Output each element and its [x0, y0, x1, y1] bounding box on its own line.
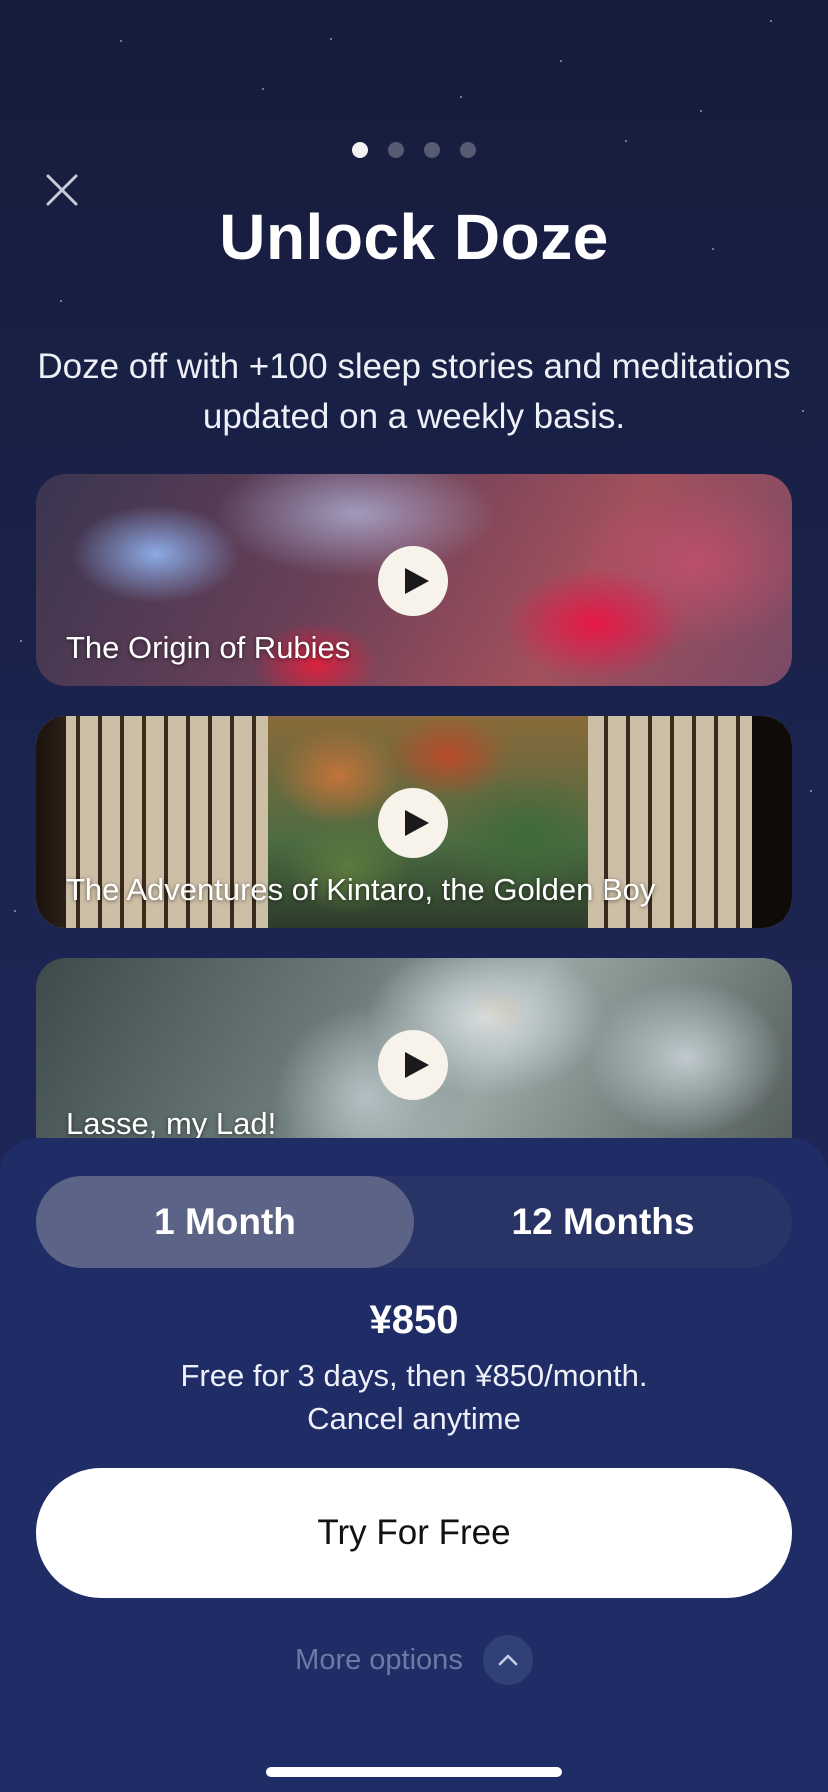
- story-title: Lasse, my Lad!: [66, 1106, 277, 1138]
- try-for-free-button[interactable]: Try For Free: [36, 1468, 792, 1598]
- story-title: The Adventures of Kintaro, the Golden Bo…: [66, 872, 656, 907]
- plan-option-1-month[interactable]: 1 Month: [36, 1176, 414, 1268]
- subscription-sheet: 1 Month 12 Months ¥850 Free for 3 days, …: [0, 1138, 828, 1792]
- page-dot-active: [352, 142, 368, 158]
- page-dot: [424, 142, 440, 158]
- story-card-kintaro[interactable]: The Adventures of Kintaro, the Golden Bo…: [36, 716, 792, 928]
- play-button[interactable]: [378, 788, 448, 858]
- price: ¥850: [369, 1298, 459, 1342]
- home-indicator[interactable]: [266, 1767, 562, 1777]
- page-dot: [460, 142, 476, 158]
- play-button[interactable]: [378, 1030, 448, 1100]
- terms-line-trial: Free for 3 days, then ¥850/month.: [180, 1358, 648, 1393]
- plan-toggle: 1 Month 12 Months: [36, 1176, 792, 1268]
- play-button[interactable]: [378, 546, 448, 616]
- chevron-up-icon: [498, 1654, 518, 1666]
- page-subtitle: Doze off with +100 sleep stories and med…: [37, 347, 791, 436]
- page-title: Unlock Doze: [219, 201, 609, 273]
- play-icon: [404, 810, 429, 836]
- story-title: The Origin of Rubies: [66, 630, 351, 665]
- play-icon: [404, 568, 429, 594]
- terms-line-cancel: Cancel anytime: [307, 1401, 521, 1436]
- page-dot: [388, 142, 404, 158]
- story-card-lasse[interactable]: Lasse, my Lad!: [36, 958, 792, 1138]
- more-options-label: More options: [295, 1643, 463, 1676]
- play-icon: [404, 1052, 429, 1078]
- more-options-toggle[interactable]: [482, 1635, 533, 1685]
- more-options-button[interactable]: More options: [0, 1634, 828, 1686]
- pricing-terms: Free for 3 days, then ¥850/month. Cancel…: [0, 1354, 828, 1440]
- page-indicator: [0, 142, 828, 158]
- story-card-origin-of-rubies[interactable]: The Origin of Rubies: [36, 474, 792, 686]
- plan-option-12-months[interactable]: 12 Months: [414, 1176, 792, 1268]
